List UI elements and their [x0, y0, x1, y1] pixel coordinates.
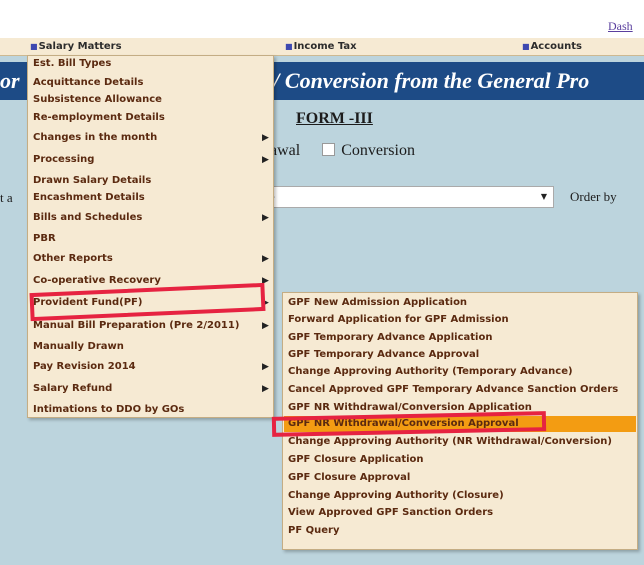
menu-item-pbr[interactable]: PBR [33, 233, 56, 244]
menu-item-processing[interactable]: Processing [33, 154, 94, 165]
banner-title: wal / Conversion from the General Pro [236, 68, 590, 93]
menu-item-other-reports[interactable]: Other Reports [33, 253, 113, 264]
menu-item-acquittance-details[interactable]: Acquittance Details [33, 77, 143, 88]
menu-item-co-operative-recovery[interactable]: Co-operative Recovery [33, 275, 161, 286]
menu-item-est-bill-types[interactable]: Est. Bill Types [33, 58, 111, 69]
menu-item-gpf-new-admission-application[interactable]: GPF New Admission Application [288, 297, 467, 308]
menu-item-view-approved-gpf-sanction-orders[interactable]: View Approved GPF Sanction Orders [288, 507, 493, 518]
menubar-label: Income Tax [293, 41, 357, 52]
submenu-arrow-icon: ▶ [262, 213, 269, 223]
menu-item-salary-refund[interactable]: Salary Refund [33, 383, 112, 394]
order-by-label: Order by [570, 189, 617, 204]
menu-item-bills-and-schedules[interactable]: Bills and Schedules [33, 212, 142, 223]
menu-item-gpf-closure-approval[interactable]: GPF Closure Approval [288, 472, 410, 483]
menubar-income-tax[interactable]: ■Income Tax [285, 41, 357, 52]
menu-item-pf-query[interactable]: PF Query [288, 525, 340, 536]
conversion-checkbox[interactable] [322, 143, 336, 156]
menu-item-change-approving-authority-temporary-advance[interactable]: Change Approving Authority (Temporary Ad… [288, 366, 573, 377]
menu-item-changes-in-the-month[interactable]: Changes in the month [33, 132, 157, 143]
withdrawal-option-label: awal [270, 142, 301, 159]
menubar-accounts[interactable]: ■Accounts [522, 41, 582, 52]
submenu-arrow-icon: ▶ [262, 254, 269, 264]
form-title: FORM -III [296, 110, 373, 127]
menu-item-gpf-temporary-advance-application[interactable]: GPF Temporary Advance Application [288, 332, 492, 343]
main-menubar: ■Salary Matters ■Income Tax ■Accounts [0, 38, 644, 56]
submenu-arrow-icon: ▶ [262, 384, 269, 394]
menu-item-pay-revision-2014[interactable]: Pay Revision 2014 [33, 361, 136, 372]
salary-matters-dropdown: Est. Bill Types Acquittance Details Subs… [27, 55, 274, 418]
menu-item-change-approving-authority-closure[interactable]: Change Approving Authority (Closure) [288, 490, 504, 501]
bullet-icon: ■ [30, 42, 38, 51]
option-row: awal Conversion [270, 142, 415, 160]
menu-item-change-approving-authority-nr-withdrawal[interactable]: Change Approving Authority (NR Withdrawa… [288, 436, 612, 447]
menubar-salary-matters[interactable]: ■Salary Matters [30, 41, 122, 52]
menu-item-forward-application-gpf-admission[interactable]: Forward Application for GPF Admission [288, 314, 509, 325]
select-label: t a [0, 190, 13, 205]
submenu-arrow-icon: ▶ [262, 155, 269, 165]
submenu-arrow-icon: ▶ [262, 133, 269, 143]
menu-item-gpf-temporary-advance-approval[interactable]: GPF Temporary Advance Approval [288, 349, 479, 360]
submenu-arrow-icon: ▶ [262, 321, 269, 331]
menu-item-gpf-closure-application[interactable]: GPF Closure Application [288, 454, 424, 465]
menu-item-cancel-approved-gpf-temporary-advance[interactable]: Cancel Approved GPF Temporary Advance Sa… [288, 384, 618, 395]
employee-select[interactable]: -- ▼ [262, 186, 554, 208]
top-strip [0, 0, 644, 38]
bullet-icon: ■ [522, 42, 530, 51]
submenu-arrow-icon: ▶ [262, 362, 269, 372]
menu-item-drawn-salary-details[interactable]: Drawn Salary Details [33, 175, 151, 186]
menubar-label: Accounts [530, 41, 582, 52]
menu-item-re-employment-details[interactable]: Re-employment Details [33, 112, 165, 123]
dropdown-arrow-icon: ▼ [540, 192, 547, 201]
menu-item-manually-drawn[interactable]: Manually Drawn [33, 341, 124, 352]
bullet-icon: ■ [285, 42, 293, 51]
menu-item-subsistence-allowance[interactable]: Subsistence Allowance [33, 94, 162, 105]
menubar-label: Salary Matters [38, 41, 122, 52]
conversion-option-label: Conversion [341, 142, 415, 159]
banner-title-left: or [0, 68, 20, 93]
menu-item-encashment-details[interactable]: Encashment Details [33, 192, 145, 203]
menu-item-manual-bill-preparation[interactable]: Manual Bill Preparation (Pre 2/2011) [33, 320, 239, 331]
dashboard-link[interactable]: Dash [608, 19, 633, 34]
menu-item-intimations-to-ddo[interactable]: Intimations to DDO by GOs [33, 404, 184, 415]
